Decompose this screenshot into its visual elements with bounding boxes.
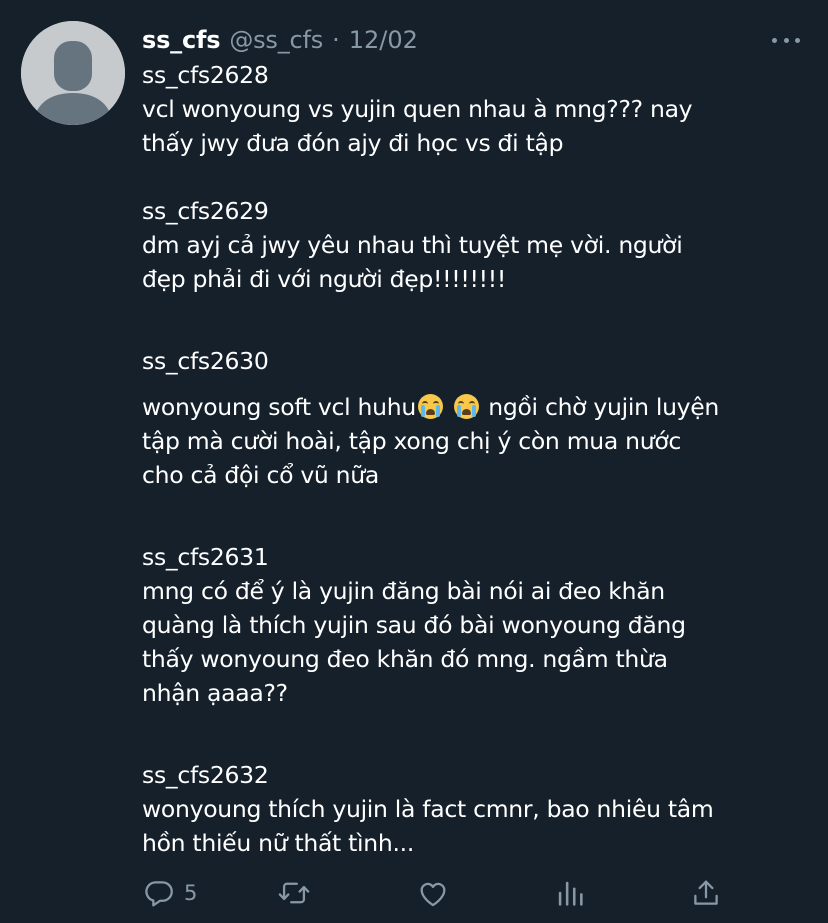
- reply-button[interactable]: 5: [142, 876, 197, 910]
- analytics-icon: [558, 881, 583, 906]
- more-horizontal-icon[interactable]: [772, 28, 800, 52]
- reply-icon: [145, 881, 173, 907]
- default-avatar-icon: [21, 21, 125, 125]
- reply-count: 5: [184, 881, 198, 905]
- confession-post: ss_cfs2630 wonyoung soft vcl huhu ngồi c…: [142, 344, 814, 492]
- confession-post: ss_cfs2629 dm ayj cả jwy yêu nhau thì tu…: [142, 194, 814, 296]
- post-line: nhận ạaaa??: [142, 679, 288, 707]
- loudly-crying-face-emoji: [454, 394, 480, 419]
- post-line: thấy wonyoung đeo khăn đó mng. ngầm thừa: [142, 645, 668, 673]
- confession-post: ss_cfs2631 mng có để ý là yujin đăng bài…: [142, 540, 814, 710]
- post-user: ss_cfs2629: [142, 197, 269, 225]
- post-line: thấy jwy đưa đón ajy đi học vs đi tập: [142, 129, 564, 157]
- post-line: cho cả đội cổ vũ nữa: [142, 461, 379, 489]
- post-user: ss_cfs2630: [142, 347, 269, 375]
- post-line: hồn thiếu nữ thất tình...: [142, 829, 414, 857]
- post-user: ss_cfs2631: [142, 543, 269, 571]
- analytics-button[interactable]: [553, 876, 587, 910]
- post-line: vcl wonyoung vs yujin quen nhau à mng???…: [142, 95, 693, 123]
- retweet-button[interactable]: [277, 876, 311, 910]
- post-user: ss_cfs2628: [142, 61, 269, 89]
- tweet-actions: 5: [142, 876, 722, 910]
- share-icon: [694, 880, 718, 905]
- like-button[interactable]: [416, 876, 450, 910]
- share-button[interactable]: [689, 876, 723, 910]
- user-handle[interactable]: @ss_cfs: [229, 26, 323, 54]
- tweet-body: ss_cfs2628 vcl wonyoung vs yujin quen nh…: [142, 58, 814, 860]
- post-line: quàng là thích yujin sau đó bài wonyoung…: [142, 611, 686, 639]
- post-user: ss_cfs2632: [142, 761, 269, 789]
- post-line: wonyoung soft vcl huhu ngồi chờ yujin lu…: [142, 390, 814, 424]
- post-line: wonyoung thích yujin là fact cmnr, bao n…: [142, 795, 714, 823]
- post-line: mng có để ý là yujin đăng bài nói ai đeo…: [142, 577, 665, 605]
- avatar[interactable]: [21, 21, 125, 125]
- separator-dot: ·: [332, 26, 340, 54]
- confession-post: ss_cfs2632 wonyoung thích yujin là fact …: [142, 758, 814, 860]
- post-line-part: wonyoung soft vcl huhu: [142, 393, 416, 421]
- tweet-date[interactable]: 12/02: [349, 26, 418, 54]
- post-line: dm ayj cả jwy yêu nhau thì tuyệt mẹ vời.…: [142, 231, 683, 259]
- confession-post: ss_cfs2628 vcl wonyoung vs yujin quen nh…: [142, 58, 814, 160]
- like-icon: [420, 882, 446, 907]
- retweet-icon: [278, 882, 310, 904]
- post-line: tập mà cười hoài, tập xong chị ý còn mua…: [142, 427, 682, 455]
- post-line: đẹp phải đi với người đẹp!!!!!!!!: [142, 265, 507, 293]
- display-name[interactable]: ss_cfs: [142, 26, 221, 54]
- post-line-part: ngồi chờ yujin luyện: [481, 393, 720, 421]
- loudly-crying-face-emoji: [417, 394, 443, 419]
- tweet-header: ss_cfs @ss_cfs · 12/02: [142, 23, 418, 57]
